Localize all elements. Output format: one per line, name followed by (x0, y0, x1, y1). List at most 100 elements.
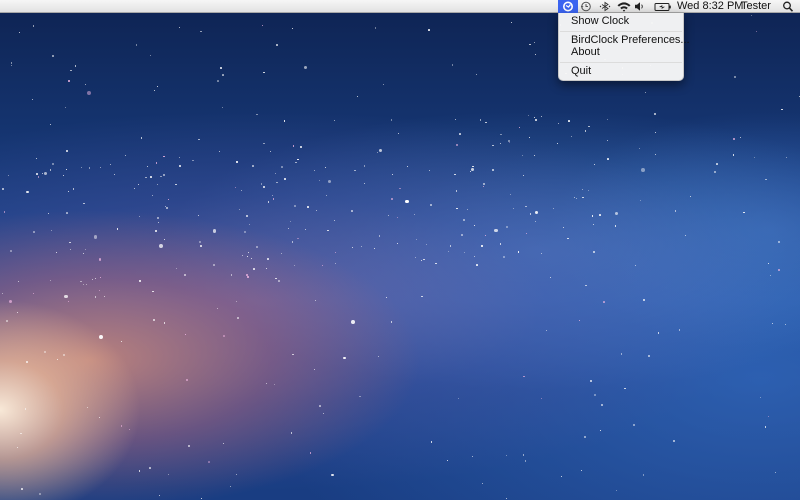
wallpaper-star (178, 165, 181, 168)
volume-status-item[interactable] (634, 0, 646, 13)
wallpaper-star (248, 223, 251, 226)
wallpaper-star (200, 30, 202, 33)
wallpaper-star (114, 173, 116, 175)
birdclock-status-item[interactable] (558, 0, 578, 13)
wallpaper-star (334, 262, 336, 264)
wallpaper-star (175, 184, 177, 186)
wallpaper-star (561, 475, 563, 477)
wallpaper-star (272, 198, 275, 200)
wallpaper-star (534, 42, 536, 44)
wallpaper-star (351, 247, 353, 249)
wallpaper-star (163, 322, 166, 324)
wallpaper-star (473, 256, 475, 258)
wallpaper-star (242, 254, 244, 256)
wallpaper-star (430, 441, 432, 443)
wifi-status-item[interactable] (616, 0, 632, 13)
time-machine-status-item[interactable] (580, 0, 594, 13)
wallpaper-star (219, 67, 222, 70)
wallpaper-star (518, 127, 520, 129)
wallpaper-star (603, 301, 605, 303)
wallpaper-star (265, 267, 268, 270)
wallpaper-star (406, 165, 408, 167)
wallpaper-star (164, 239, 166, 241)
wallpaper-star (256, 113, 258, 116)
wallpaper-star (503, 255, 505, 258)
wallpaper-star (585, 284, 587, 287)
battery-status-item[interactable] (654, 0, 672, 13)
wallpaper-star (86, 406, 88, 408)
wallpaper-star (361, 246, 363, 248)
wallpaper-star (584, 130, 587, 132)
wallpaper-star (18, 280, 20, 282)
wallpaper-star (351, 210, 353, 213)
wallpaper-star (592, 224, 594, 226)
wallpaper-star (413, 214, 415, 216)
wallpaper-star (284, 177, 286, 180)
wallpaper-star (494, 228, 498, 233)
wallpaper-star (212, 229, 217, 234)
menu-item-show-clock[interactable]: Show Clock (559, 15, 683, 28)
wallpaper-star (85, 283, 88, 286)
wallpaper-star (315, 209, 317, 211)
wallpaper-star (654, 113, 657, 115)
wallpaper-star (512, 207, 514, 209)
wallpaper-star (455, 119, 457, 121)
wallpaper-star (188, 445, 190, 447)
wallpaper-star (457, 397, 459, 400)
wallpaper-star (471, 168, 475, 172)
wallpaper-star (120, 425, 123, 428)
wallpaper-star (364, 182, 366, 184)
wallpaper-star (322, 413, 325, 415)
wallpaper-star (485, 121, 487, 124)
wallpaper-star (139, 280, 141, 282)
wallpaper-star (292, 145, 295, 147)
menubar-user[interactable]: Tester (741, 0, 771, 13)
wallpaper-star (385, 296, 387, 298)
wallpaper-star (524, 460, 526, 462)
menu-item-quit[interactable]: Quit (559, 65, 683, 78)
bluetooth-status-item[interactable] (599, 0, 611, 13)
wallpaper-star (459, 133, 461, 135)
wallpaper-star (98, 334, 103, 339)
wallpaper-star (472, 166, 474, 168)
wallpaper-star (251, 164, 254, 167)
wallpaper-star (416, 238, 418, 240)
wallpaper-star (673, 440, 675, 442)
wallpaper-star (768, 415, 770, 418)
wallpaper-star (295, 161, 297, 163)
wallpaper-star (246, 215, 249, 218)
wallpaper-star (219, 150, 220, 152)
wallpaper-star (313, 368, 315, 370)
wallpaper-star (426, 243, 428, 245)
wallpaper-star (546, 329, 547, 331)
battery-icon (654, 3, 671, 11)
wallpaper-star (428, 29, 430, 31)
wallpaper-star (643, 299, 645, 301)
wallpaper-star (639, 199, 641, 201)
wallpaper-star (217, 80, 219, 82)
wallpaper-star (525, 205, 527, 208)
menubar-clock[interactable]: Wed 8:32 PM (677, 0, 743, 13)
wallpaper-star (6, 320, 8, 322)
spotlight-status-item[interactable] (782, 0, 794, 13)
wallpaper-star (10, 250, 12, 252)
wallpaper-star (236, 473, 238, 475)
wallpaper-star (392, 173, 393, 175)
wallpaper-star (236, 161, 238, 163)
wallpaper-star (333, 219, 336, 222)
wallpaper-star (92, 278, 94, 281)
wallpaper-star (81, 166, 82, 168)
menu-item-about[interactable]: About (559, 46, 683, 59)
wallpaper-star (184, 274, 187, 277)
wallpaper-star (785, 157, 787, 159)
wallpaper-star (506, 498, 508, 500)
wallpaper-star (168, 198, 170, 200)
wallpaper-star (292, 353, 294, 355)
wallpaper-star (644, 92, 646, 94)
wallpaper-star (582, 189, 584, 191)
wallpaper-star (363, 164, 366, 167)
wallpaper-star (319, 405, 321, 407)
wallpaper-star (467, 209, 469, 211)
wallpaper-star (634, 265, 636, 267)
wallpaper-star (528, 137, 531, 139)
